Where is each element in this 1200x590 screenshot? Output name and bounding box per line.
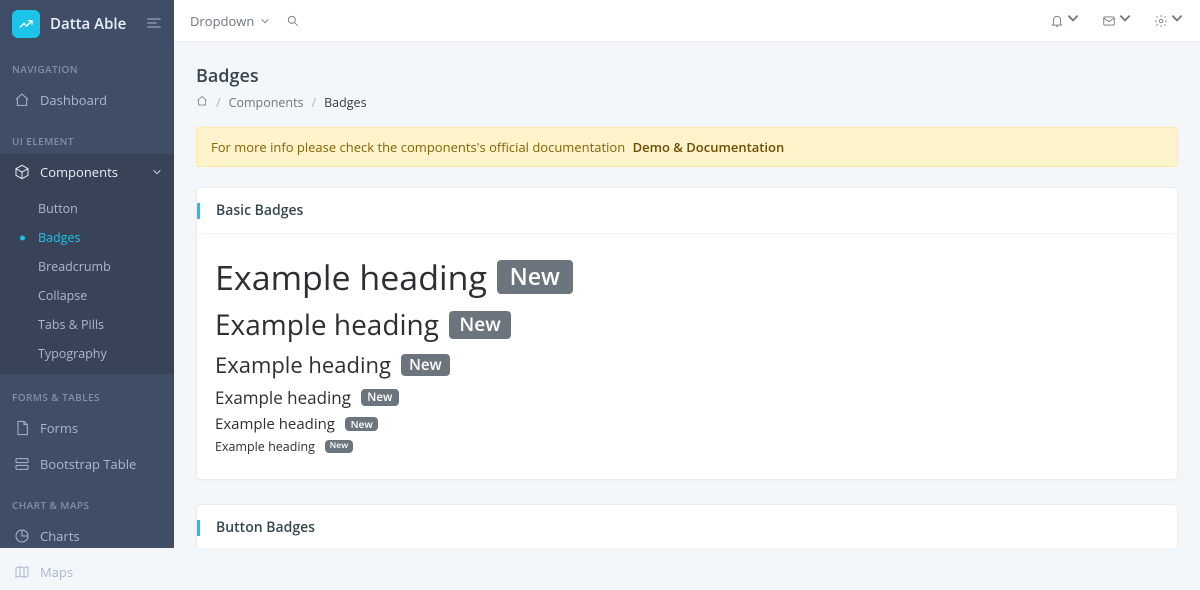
- search-icon[interactable]: [286, 14, 300, 28]
- topbar-dropdown[interactable]: Dropdown: [190, 12, 270, 30]
- sub-item-typography[interactable]: Typography: [0, 339, 174, 368]
- chevron-down-icon: [1170, 11, 1184, 30]
- card-accent-bar: [197, 203, 200, 219]
- card-title: Basic Badges: [216, 201, 303, 220]
- page-body: Badges / Components / Badges For more in…: [174, 42, 1200, 548]
- box-icon: [14, 164, 30, 180]
- nav-section-ui-element: UI ELEMENT: [0, 118, 174, 154]
- breadcrumb-sep: /: [216, 94, 221, 111]
- sub-item-collapse[interactable]: Collapse: [0, 281, 174, 310]
- status-badge: New: [361, 389, 399, 406]
- gear-icon[interactable]: [1154, 11, 1184, 30]
- sub-item-button[interactable]: Button: [0, 194, 174, 223]
- sub-item-badges[interactable]: Badges: [0, 223, 174, 252]
- sidebar-item-bootstrap-table[interactable]: Bootstrap Table: [0, 446, 174, 482]
- sidebar-item-components[interactable]: Components: [0, 154, 174, 190]
- example-heading-h3: Example heading New: [215, 350, 1159, 380]
- server-icon: [14, 456, 30, 472]
- bell-icon[interactable]: [1050, 11, 1080, 30]
- topbar: Dropdown: [174, 0, 1200, 42]
- brand[interactable]: Datta Able: [0, 0, 174, 46]
- sidebar-item-forms[interactable]: Forms: [0, 410, 174, 446]
- heading-text: Example heading: [215, 414, 335, 434]
- sub-item-breadcrumb[interactable]: Breadcrumb: [0, 252, 174, 281]
- breadcrumb-components[interactable]: Components: [229, 94, 304, 111]
- example-heading-h6: Example heading New: [215, 438, 1159, 455]
- sidebar-item-charts[interactable]: Charts: [0, 518, 174, 554]
- file-icon: [14, 420, 30, 436]
- chevron-down-icon: [152, 163, 162, 181]
- status-badge: New: [345, 417, 378, 432]
- info-alert: For more info please check the component…: [196, 127, 1178, 167]
- chevron-down-icon: [1118, 11, 1132, 30]
- sub-item-tabs-pills[interactable]: Tabs & Pills: [0, 310, 174, 339]
- main-column: Dropdown: [174, 0, 1200, 548]
- components-submenu: Button Badges Breadcrumb Collapse Tabs &…: [0, 190, 174, 374]
- example-heading-h4: Example heading New: [215, 386, 1159, 409]
- status-badge: New: [401, 354, 450, 376]
- example-heading-h5: Example heading New: [215, 414, 1159, 434]
- example-heading-h2: Example heading New: [215, 306, 1159, 344]
- sidebar-item-label: Bootstrap Table: [40, 455, 136, 473]
- sidebar-item-label: Charts: [40, 527, 80, 545]
- mail-icon[interactable]: [1102, 11, 1132, 30]
- sidebar-item-label: Forms: [40, 419, 78, 437]
- sidebar-item-label: Dashboard: [40, 91, 107, 109]
- sidebar-toggle-icon[interactable]: [146, 15, 162, 33]
- card-basic-badges: Basic Badges Example heading New Example…: [196, 187, 1178, 480]
- page-title: Badges: [196, 64, 1178, 88]
- sidebar: Datta Able NAVIGATION Dashboard UI ELEME…: [0, 0, 174, 548]
- heading-text: Example heading: [215, 438, 315, 455]
- alert-link[interactable]: Demo & Documentation: [633, 138, 785, 156]
- card-title: Button Badges: [216, 518, 315, 537]
- home-icon: [14, 92, 30, 108]
- alert-text: For more info please check the component…: [211, 138, 625, 156]
- nav-section-navigation: NAVIGATION: [0, 46, 174, 82]
- breadcrumb-current: Badges: [324, 94, 366, 111]
- sidebar-item-maps[interactable]: Maps: [0, 554, 174, 590]
- brand-title: Datta Able: [50, 14, 126, 34]
- sidebar-item-dashboard[interactable]: Dashboard: [0, 82, 174, 118]
- map-icon: [14, 564, 30, 580]
- pie-chart-icon: [14, 528, 30, 544]
- heading-text: Example heading: [215, 306, 439, 344]
- sidebar-item-label: Components: [40, 163, 118, 181]
- card-button-badges: Button Badges Primary4Secondary4Success4…: [196, 504, 1178, 548]
- example-heading-h1: Example heading New: [215, 254, 1159, 300]
- status-badge: New: [449, 311, 511, 338]
- card-accent-bar: [197, 520, 200, 536]
- status-badge: New: [497, 260, 573, 293]
- status-badge: New: [325, 440, 353, 452]
- breadcrumb-sep: /: [312, 94, 317, 111]
- home-icon[interactable]: [196, 94, 208, 111]
- brand-logo-icon: [12, 10, 40, 38]
- chevron-down-icon: [260, 12, 270, 30]
- nav-section-forms-tables: FORMS & TABLES: [0, 374, 174, 410]
- heading-text: Example heading: [215, 350, 391, 380]
- breadcrumb: / Components / Badges: [196, 94, 1178, 111]
- chevron-down-icon: [1066, 11, 1080, 30]
- sidebar-item-label: Maps: [40, 563, 73, 581]
- nav-section-chart-maps: CHART & MAPS: [0, 482, 174, 518]
- heading-text: Example heading: [215, 254, 487, 300]
- dropdown-label: Dropdown: [190, 12, 254, 30]
- heading-text: Example heading: [215, 386, 351, 409]
